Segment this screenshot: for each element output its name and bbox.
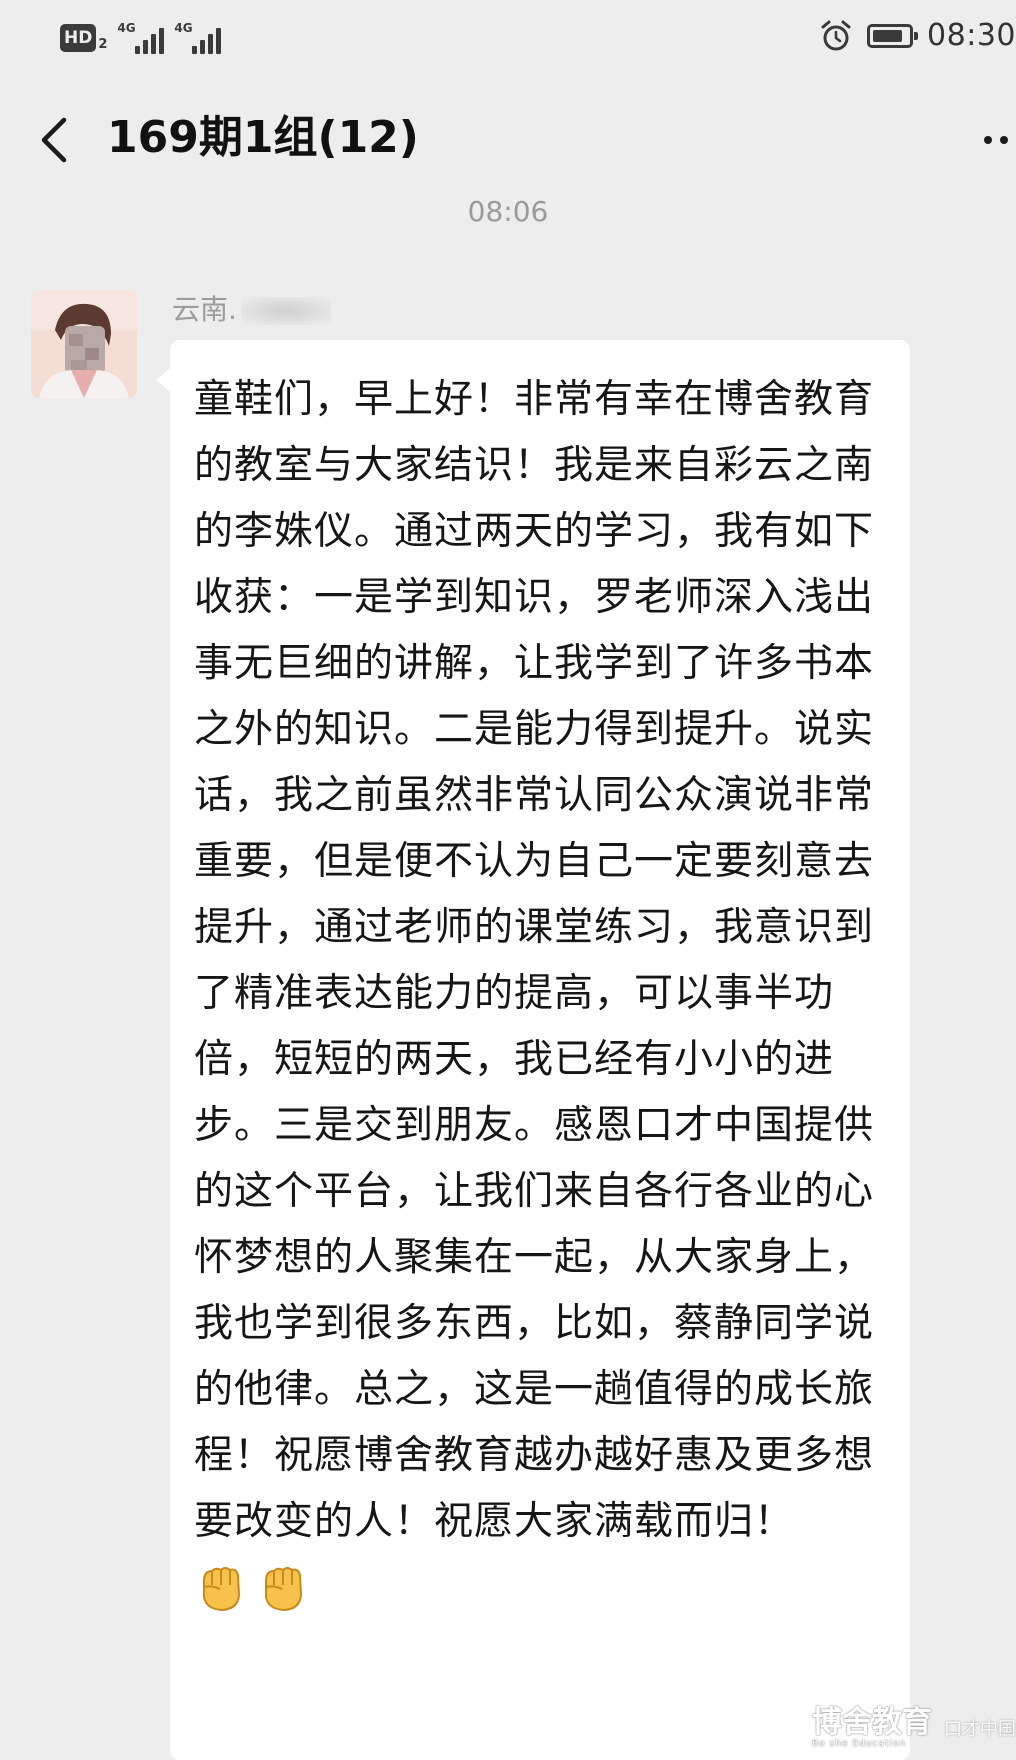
watermark-text: 博舍教育 Bo she Education (812, 1705, 932, 1750)
network-type-label: 4G (174, 21, 193, 35)
watermark: 博舍教育 Bo she Education 口才中国 (756, 1707, 1016, 1749)
chat-title: 169期1组(12) (107, 112, 419, 163)
alarm-clock-icon (821, 20, 851, 50)
battery-icon (867, 23, 919, 48)
watermark-main: 博舍教育 (812, 1705, 932, 1740)
hd-voice-indicator: HD 2 (60, 24, 107, 52)
watermark-sub: Bo she Education (812, 1739, 907, 1749)
nav-bar: 169期1组(12) (0, 90, 1016, 190)
hd-sub-label: 2 (98, 37, 108, 52)
sender-name-text: 云南. (172, 293, 237, 326)
avatar-image (31, 290, 137, 398)
signal-icon: 4G (117, 21, 165, 54)
network-type-label: 4G (117, 21, 136, 35)
signal-icon: 4G (174, 21, 222, 54)
watermark-side: 口才中国 (944, 1719, 1016, 1740)
status-right: 08:30 (819, 18, 1016, 53)
more-options-button[interactable] (976, 128, 1016, 152)
back-button[interactable] (30, 108, 80, 172)
emoji-row (194, 1561, 892, 1615)
fist-icon (203, 1567, 241, 1612)
more-dots-icon (984, 136, 992, 144)
sender-name: 云南. (172, 292, 331, 328)
status-left: HD 2 4G 4G (60, 21, 222, 54)
name-redaction-blur (240, 297, 331, 325)
watermark-logo-icon (757, 1710, 803, 1746)
fist-icon (265, 1567, 303, 1612)
status-time: 08:30 (927, 18, 1016, 53)
time-separator-label: 08:06 (467, 195, 549, 228)
hd-badge: HD (60, 24, 97, 52)
chevron-left-icon (41, 117, 67, 163)
battery-fill (873, 29, 902, 42)
message-text: 童鞋们，早上好！非常有幸在博舍教育的教室与大家结识！我是来自彩云之南的李姝仪。通… (194, 377, 875, 1544)
avatar[interactable] (31, 290, 137, 398)
message-bubble[interactable]: 童鞋们，早上好！非常有幸在博舍教育的教室与大家结识！我是来自彩云之南的李姝仪。通… (156, 340, 910, 1760)
status-bar: HD 2 4G 4G 08:30 (0, 0, 1016, 76)
time-separator: 08:06 (0, 195, 1016, 228)
